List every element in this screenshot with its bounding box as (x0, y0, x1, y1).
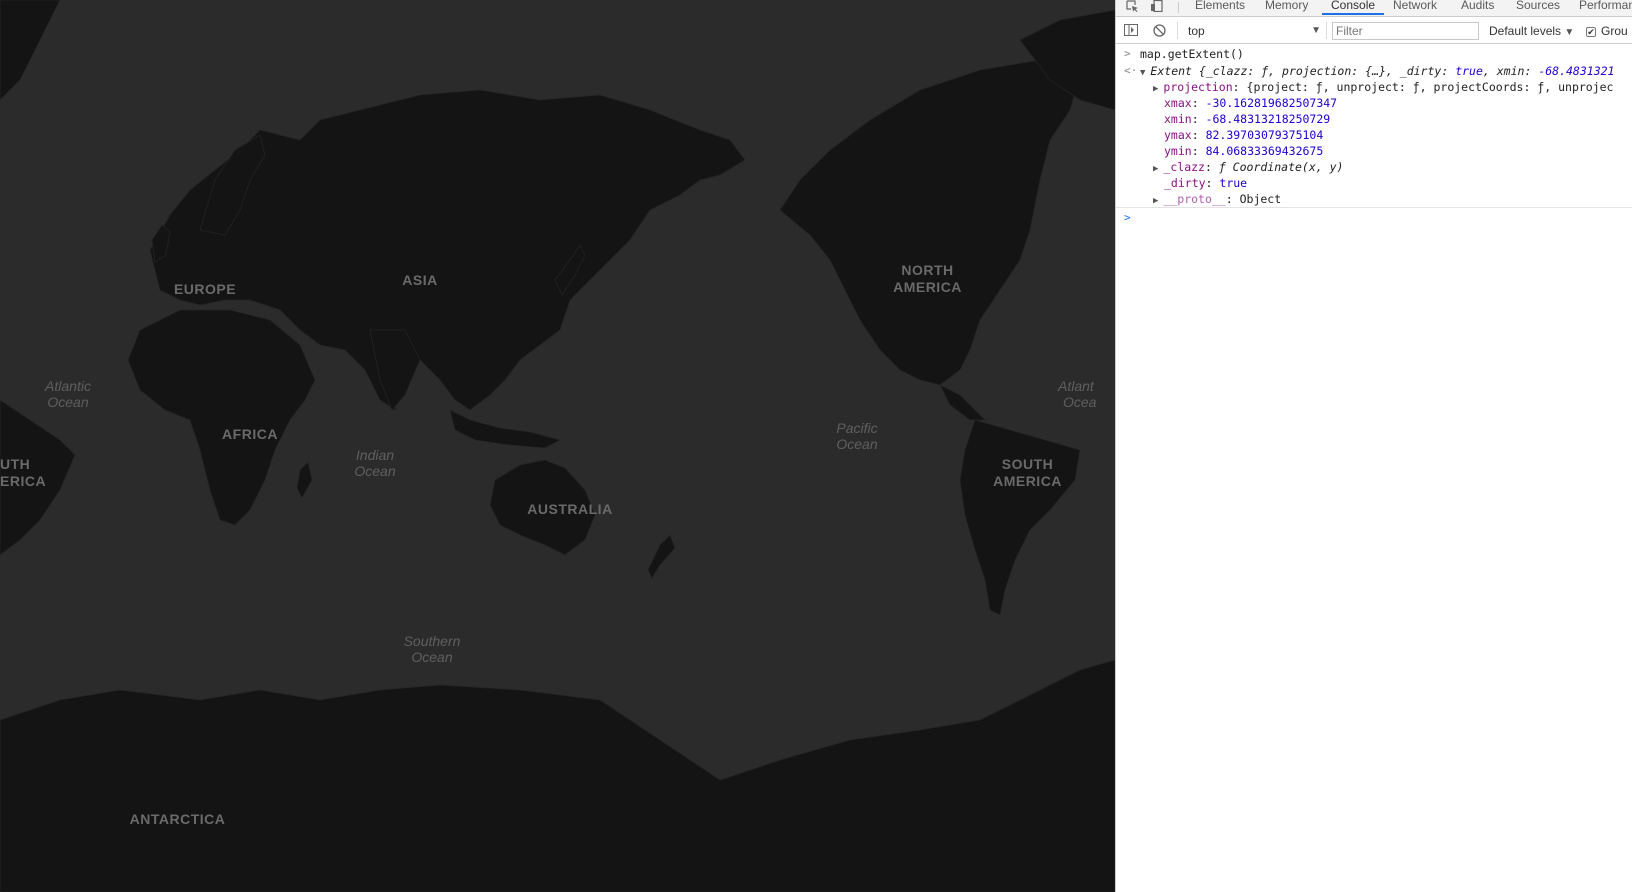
toolbar-divider (1177, 22, 1178, 39)
label-antarctica: ANTARCTICA (129, 811, 226, 827)
preview-projection-value: {…} (1365, 64, 1386, 78)
map-canvas[interactable]: EUROPE ASIA NORTH AMERICA AFRICA AUSTRAL… (0, 0, 1115, 892)
sidebar-toggle-icon[interactable] (1124, 24, 1138, 39)
prop-clazz[interactable]: ▶ _clazz: ƒ Coordinate(x, y) (1116, 159, 1632, 175)
console-output[interactable]: > map.getExtent() <· ▼ Extent {_clazz: ƒ,… (1116, 45, 1632, 892)
prop-key: _clazz (1163, 160, 1205, 174)
prop-key: ymin (1164, 144, 1192, 158)
label-atlantic-edge-line1: Atlant (1058, 378, 1094, 394)
prop-value: true (1219, 176, 1248, 190)
label-europe: EUROPE (173, 281, 237, 297)
tab-console[interactable]: Console (1322, 0, 1385, 15)
levels-arrow-icon: ▼ (1564, 27, 1575, 38)
label-atlantic-line1: Atlantic (45, 378, 91, 394)
preview-dirty-value: true (1455, 64, 1483, 78)
label-indian-ocean-line1: Indian (355, 447, 395, 463)
label-south-america-line2: AMERICA (993, 473, 1062, 489)
dropdown-arrow-icon: ▼ (1311, 25, 1321, 36)
prop-ymin: ymin: 84.06833369432675 (1164, 144, 1324, 158)
context-selector-value: top (1188, 24, 1205, 38)
prop-ymax: ymax: 82.39703079375104 (1164, 128, 1324, 142)
tab-network[interactable]: Network (1393, 0, 1437, 15)
result-preview[interactable]: ▼ Extent {_clazz: ƒ, projection: {…}, _di… (1140, 63, 1614, 79)
label-asia: ASIA (402, 272, 438, 288)
prop-value: ƒ Coordinate(x, y) (1218, 160, 1344, 174)
world-map[interactable] (0, 0, 1115, 892)
context-selector[interactable]: top ▼ (1186, 23, 1321, 39)
label-australia: AUSTRALIA (527, 501, 613, 517)
result-preview-open: { (1191, 64, 1206, 78)
prop-key: ymax (1164, 128, 1192, 142)
tab-memory[interactable]: Memory (1265, 0, 1308, 15)
devtools-panel: Elements Memory Console Network Audits S… (1115, 0, 1632, 892)
label-africa: AFRICA (222, 426, 278, 442)
tab-elements[interactable]: Elements (1195, 0, 1245, 15)
label-north-america-line2: AMERICA (893, 279, 962, 295)
console-toolbar: top ▼ Default levels ▼ ✔ Grou (1116, 17, 1632, 44)
preview-xmin-key: xmin (1496, 64, 1525, 78)
prompt-caret-icon: > (1124, 211, 1131, 224)
log-levels-label: Default levels (1489, 24, 1562, 38)
device-toolbar-icon[interactable] (1150, 0, 1164, 13)
label-pacific-line1: Pacific (836, 420, 878, 436)
inspect-element-icon[interactable] (1126, 0, 1140, 12)
checkbox-checked-icon[interactable]: ✔ (1586, 26, 1596, 37)
label-south-america-line1: SOUTH (1001, 456, 1054, 472)
group-similar-label: Grou (1601, 24, 1628, 38)
prop-dirty: _dirty: true (1164, 176, 1248, 190)
clear-console-icon[interactable] (1153, 24, 1166, 40)
prop-key: projection (1163, 80, 1233, 94)
tab-audits[interactable]: Audits (1461, 0, 1494, 15)
prop-xmax: xmax: -30.162819682507347 (1164, 96, 1338, 110)
preview-projection-key: projection (1282, 64, 1352, 78)
prop-value: Object (1239, 192, 1282, 206)
prop-value: 82.39703079375104 (1205, 128, 1324, 142)
console-input-text: map.getExtent() (1140, 47, 1244, 61)
group-similar-toggle[interactable]: ✔ Grou (1586, 23, 1628, 39)
prop-value: -30.162819682507347 (1205, 96, 1338, 110)
label-southern-line2: Ocean (411, 649, 453, 665)
result-class-name: Extent (1150, 64, 1192, 78)
filter-input[interactable] (1332, 22, 1479, 40)
label-north-america-line1: NORTH (901, 262, 954, 278)
label-indian-ocean-line2: Ocean (354, 463, 396, 479)
prop-key: xmin (1164, 112, 1192, 126)
collapsed-triangle-icon[interactable]: ▶ (1153, 164, 1158, 174)
result-arrow-icon: <· (1124, 64, 1138, 77)
preview-dirty-key: _dirty (1399, 64, 1442, 78)
collapsed-triangle-icon[interactable]: ▶ (1153, 196, 1158, 206)
prop-proto[interactable]: ▶ __proto__: Object (1116, 191, 1632, 207)
expanded-triangle-icon[interactable]: ▼ (1140, 68, 1145, 78)
log-levels-dropdown[interactable]: Default levels ▼ (1489, 23, 1574, 41)
tab-performance[interactable]: Performan (1579, 0, 1632, 15)
preview-xmin-value: -68.4831321 (1538, 64, 1615, 78)
tab-sources[interactable]: Sources (1516, 0, 1560, 15)
prop-value: {project: ƒ, unproject: ƒ, projectCoords… (1246, 80, 1614, 94)
prop-key: _dirty (1164, 176, 1206, 190)
label-pacific-line2: Ocean (836, 436, 878, 452)
devtools-tab-bar: Elements Memory Console Network Audits S… (1116, 0, 1632, 17)
label-south-america-edge-line1: UTH (0, 456, 31, 472)
prop-key: __proto__ (1163, 192, 1226, 206)
label-atlantic-edge-line2: Ocea (1063, 394, 1097, 410)
console-input-row: > map.getExtent() (1116, 45, 1632, 63)
prop-key: xmax (1164, 96, 1192, 110)
console-result-row[interactable]: <· ▼ Extent {_clazz: ƒ, projection: {…}, … (1116, 63, 1632, 79)
label-atlantic-line2: Ocean (47, 394, 89, 410)
prop-value: -68.48313218250729 (1205, 112, 1331, 126)
toolbar-divider (1326, 22, 1327, 39)
label-southern-line1: Southern (403, 633, 461, 649)
label-south-america-edge-line2: ERICA (0, 473, 47, 489)
preview-clazz-value: ƒ (1261, 64, 1269, 78)
prop-projection[interactable]: ▶ projection: {project: ƒ, unproject: ƒ, … (1116, 79, 1632, 95)
console-prompt-row[interactable]: > (1116, 207, 1632, 227)
input-prompt-icon: > (1124, 47, 1131, 60)
preview-clazz-key: _clazz (1205, 64, 1248, 78)
prop-xmin: xmin: -68.48313218250729 (1164, 112, 1331, 126)
collapsed-triangle-icon[interactable]: ▶ (1153, 84, 1158, 94)
tab-divider (1178, 2, 1179, 13)
prop-value: 84.06833369432675 (1205, 144, 1324, 158)
